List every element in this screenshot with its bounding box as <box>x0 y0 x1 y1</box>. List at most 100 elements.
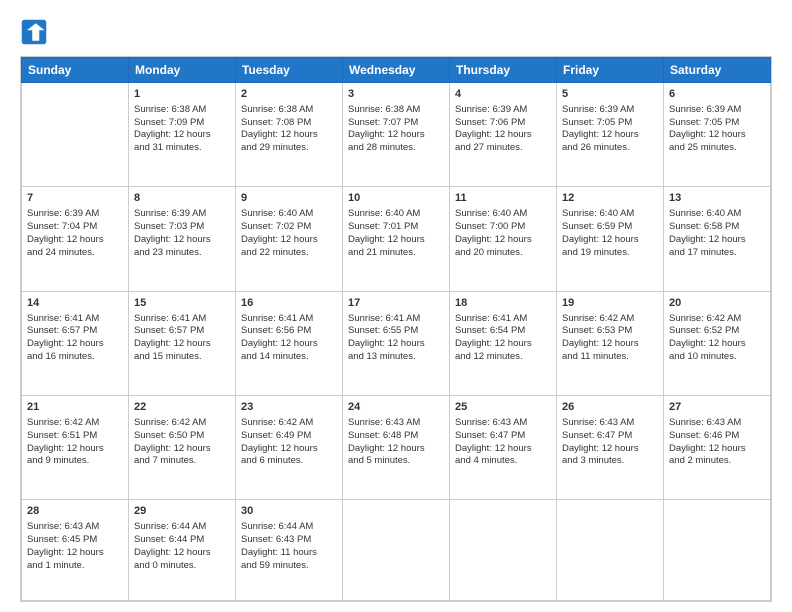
day-header-monday: Monday <box>129 58 236 83</box>
day-info-line: Sunset: 6:55 PM <box>348 325 444 338</box>
day-number: 28 <box>27 504 123 519</box>
cal-cell-2: 2Sunrise: 6:38 AMSunset: 7:08 PMDaylight… <box>236 83 343 187</box>
header <box>20 18 772 46</box>
day-info-line: and 26 minutes. <box>562 142 658 155</box>
day-info-line: and 4 minutes. <box>455 455 551 468</box>
day-info-line: Daylight: 12 hours <box>348 443 444 456</box>
day-number: 11 <box>455 191 551 206</box>
day-info-line: and 7 minutes. <box>134 455 230 468</box>
day-info-line: Sunset: 6:58 PM <box>669 221 765 234</box>
day-info-line: Daylight: 12 hours <box>134 129 230 142</box>
day-info-line: and 2 minutes. <box>669 455 765 468</box>
day-info-line: Sunrise: 6:41 AM <box>348 313 444 326</box>
cal-cell-27: 27Sunrise: 6:43 AMSunset: 6:46 PMDayligh… <box>664 396 771 500</box>
day-info-line: Sunrise: 6:42 AM <box>562 313 658 326</box>
day-info-line: Sunset: 6:46 PM <box>669 430 765 443</box>
cal-cell-7: 7Sunrise: 6:39 AMSunset: 7:04 PMDaylight… <box>22 187 129 291</box>
day-info-line: Sunset: 7:05 PM <box>562 117 658 130</box>
day-info-line: Daylight: 12 hours <box>27 443 123 456</box>
cal-cell-empty <box>664 500 771 601</box>
day-number: 14 <box>27 296 123 311</box>
day-info-line: Daylight: 12 hours <box>669 338 765 351</box>
cal-cell-29: 29 Sunrise: 6:44 AMSunset: 6:44 PMDayligh… <box>129 500 236 601</box>
day-number: 29 <box>134 504 230 519</box>
day-info-line: Daylight: 12 hours <box>27 338 123 351</box>
day-number: 27 <box>669 400 765 415</box>
day-info-line: and 25 minutes. <box>669 142 765 155</box>
day-info-line: and 16 minutes. <box>27 351 123 364</box>
cal-cell-empty <box>22 83 129 187</box>
day-info-line: Sunrise: 6:40 AM <box>455 208 551 221</box>
day-info-line: Sunrise: 6:40 AM <box>348 208 444 221</box>
day-info-line: and 6 minutes. <box>241 455 337 468</box>
cal-cell-15: 15 Sunrise: 6:41 AMSunset: 6:57 PMDayligh… <box>129 291 236 395</box>
day-info-line: and 21 minutes. <box>348 247 444 260</box>
day-info-line: Daylight: 12 hours <box>455 234 551 247</box>
day-info-line: Sunset: 7:05 PM <box>669 117 765 130</box>
day-info-line: and 0 minutes. <box>134 560 230 573</box>
day-info-line: Sunset: 7:04 PM <box>27 221 123 234</box>
day-info-line: Sunset: 6:57 PM <box>134 325 230 338</box>
day-info-line: Daylight: 12 hours <box>455 338 551 351</box>
day-info-line: Sunset: 6:57 PM <box>27 325 123 338</box>
day-info-line: Sunrise: 6:44 AM <box>134 521 230 534</box>
day-info-line: Daylight: 12 hours <box>27 547 123 560</box>
cal-cell-24: 24Sunrise: 6:43 AMSunset: 6:48 PMDayligh… <box>343 396 450 500</box>
cal-cell-16: 16Sunrise: 6:41 AMSunset: 6:56 PMDayligh… <box>236 291 343 395</box>
cal-cell-9: 9Sunrise: 6:40 AMSunset: 7:02 PMDaylight… <box>236 187 343 291</box>
day-info-line: and 11 minutes. <box>562 351 658 364</box>
day-info-line: Sunset: 6:59 PM <box>562 221 658 234</box>
day-info-line: Sunset: 6:44 PM <box>134 534 230 547</box>
day-info-line: Sunrise: 6:40 AM <box>241 208 337 221</box>
day-info-line: Sunset: 6:49 PM <box>241 430 337 443</box>
day-info-line: Sunset: 6:50 PM <box>134 430 230 443</box>
day-info-line: Sunrise: 6:39 AM <box>562 104 658 117</box>
day-number: 24 <box>348 400 444 415</box>
day-info-line: and 12 minutes. <box>455 351 551 364</box>
day-info-line: Daylight: 12 hours <box>348 234 444 247</box>
day-info-line: and 20 minutes. <box>455 247 551 260</box>
day-info-line: Sunrise: 6:44 AM <box>241 521 337 534</box>
day-info-line: Daylight: 12 hours <box>562 234 658 247</box>
day-info-line: Sunrise: 6:39 AM <box>27 208 123 221</box>
day-number: 15 <box>134 296 230 311</box>
day-info-line: Sunset: 6:48 PM <box>348 430 444 443</box>
day-info-line: Daylight: 12 hours <box>134 338 230 351</box>
day-info-line: and 31 minutes. <box>134 142 230 155</box>
day-number: 5 <box>562 87 658 102</box>
day-info-line: Sunset: 7:03 PM <box>134 221 230 234</box>
day-info-line: Sunrise: 6:41 AM <box>134 313 230 326</box>
cal-cell-25: 25Sunrise: 6:43 AMSunset: 6:47 PMDayligh… <box>450 396 557 500</box>
day-info-line: Sunset: 6:51 PM <box>27 430 123 443</box>
day-info-line: Sunrise: 6:42 AM <box>669 313 765 326</box>
cal-cell-8: 8Sunrise: 6:39 AMSunset: 7:03 PMDaylight… <box>129 187 236 291</box>
day-number: 21 <box>27 400 123 415</box>
day-info-line: Sunrise: 6:43 AM <box>562 417 658 430</box>
week-row: 21Sunrise: 6:42 AMSunset: 6:51 PMDayligh… <box>22 396 771 500</box>
cal-cell-23: 23Sunrise: 6:42 AMSunset: 6:49 PMDayligh… <box>236 396 343 500</box>
day-info-line: Sunset: 7:07 PM <box>348 117 444 130</box>
cal-cell-20: 20Sunrise: 6:42 AMSunset: 6:52 PMDayligh… <box>664 291 771 395</box>
day-number: 20 <box>669 296 765 311</box>
day-info-line: Sunset: 7:09 PM <box>134 117 230 130</box>
day-number: 4 <box>455 87 551 102</box>
cal-cell-12: 12Sunrise: 6:40 AMSunset: 6:59 PMDayligh… <box>557 187 664 291</box>
day-info-line: and 5 minutes. <box>348 455 444 468</box>
day-info-line: Daylight: 12 hours <box>134 547 230 560</box>
day-number: 26 <box>562 400 658 415</box>
day-info-line: and 14 minutes. <box>241 351 337 364</box>
day-info-line: Daylight: 12 hours <box>455 443 551 456</box>
day-info-line: Daylight: 12 hours <box>562 129 658 142</box>
cal-cell-28: 28Sunrise: 6:43 AMSunset: 6:45 PMDayligh… <box>22 500 129 601</box>
day-info-line: and 27 minutes. <box>455 142 551 155</box>
day-info-line: Daylight: 12 hours <box>134 234 230 247</box>
day-info-line: Daylight: 12 hours <box>669 234 765 247</box>
cal-cell-empty <box>343 500 450 601</box>
day-info-line: Sunrise: 6:42 AM <box>27 417 123 430</box>
day-number: 9 <box>241 191 337 206</box>
day-info-line: and 15 minutes. <box>134 351 230 364</box>
day-info-line: and 13 minutes. <box>348 351 444 364</box>
cal-cell-19: 19Sunrise: 6:42 AMSunset: 6:53 PMDayligh… <box>557 291 664 395</box>
calendar: SundayMondayTuesdayWednesdayThursdayFrid… <box>20 56 772 602</box>
day-info-line: Sunset: 6:56 PM <box>241 325 337 338</box>
